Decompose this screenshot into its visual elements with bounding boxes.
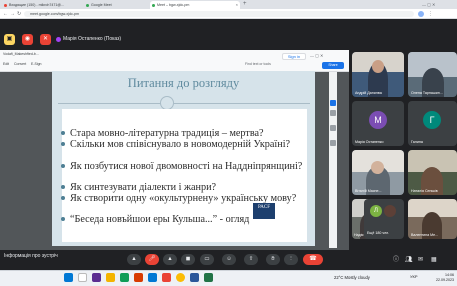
participant-tile[interactable]: Г Галина [408, 101, 457, 146]
participant-tile[interactable]: Віталій Масне... [352, 150, 404, 195]
participant-name: Марія Остапенко [355, 140, 384, 144]
participant-name: Віталій Масне... [355, 189, 382, 193]
participant-name: Валентина Ме... [411, 233, 439, 237]
slide-bullet: Стара мовно-літературна традиція – мертв… [60, 128, 308, 140]
pdf-filename: Vodafi_Makeshfted-b... [3, 52, 39, 56]
people-icon[interactable]: 👥︎ [405, 256, 413, 264]
others-avatar [384, 205, 396, 217]
slide-bullet: Як позбутися нової двомовності на Наддні… [60, 161, 308, 173]
toolbar-convert[interactable]: Convert [14, 62, 26, 67]
participant-name: Андрій Данилюк [355, 91, 383, 95]
acrobat-icon[interactable] [162, 273, 171, 282]
url-field[interactable]: meet.google.com/bgw-xjdc-pm [24, 11, 414, 17]
stop-present-icon[interactable]: ◉ [22, 34, 33, 45]
chat-icon[interactable]: ✉ [418, 256, 423, 264]
participant-tile-others[interactable]: Л Ещё 180 чел. [364, 199, 404, 239]
excel-icon[interactable] [204, 273, 213, 282]
leave-call-button[interactable]: ☎︎ [303, 254, 323, 265]
app-icon[interactable] [134, 273, 143, 282]
present-icon[interactable]: ▣ [4, 34, 15, 45]
window-controls[interactable]: — ▢ ✕ [422, 0, 435, 9]
meet-icon [152, 3, 155, 7]
meeting-info-label[interactable]: Інформація про зустріч [4, 253, 58, 259]
language-indicator[interactable]: УКР [410, 274, 418, 280]
file-explorer-icon[interactable] [106, 273, 115, 282]
profile-icon[interactable] [418, 11, 424, 17]
tab-google-meet[interactable]: Google Meet [84, 1, 148, 9]
tab-meet-active[interactable]: Meet – bgw-xjdc-pm × [150, 1, 240, 9]
slide-ornament [160, 96, 174, 110]
slide-bullet: Як синтезувати діалекти і жанри? [60, 182, 308, 194]
participant-name: Олена Тарнашин... [411, 91, 443, 95]
camera-icon[interactable]: ◼ [181, 254, 195, 265]
toolbar-esign[interactable]: E-Sign [31, 62, 42, 67]
window-controls-pdf[interactable]: — ▢ ✕ [310, 53, 323, 59]
mic-off-icon[interactable]: 🎤︎ [145, 254, 159, 265]
close-tab-icon[interactable]: × [236, 1, 238, 9]
toolbar-edit[interactable]: Edit [3, 62, 9, 67]
weather-widget[interactable]: 22°C Mostly cloudy [334, 275, 370, 281]
presenter-label: Марія Остапенко (Показ) [63, 36, 122, 42]
emoji-icon[interactable]: ☺ [222, 254, 236, 265]
participant-tile[interactable]: М Марія Остапенко [352, 101, 404, 146]
mic-muted-icon[interactable]: ✕ [40, 34, 51, 45]
participant-name: Наталія Сеньків [411, 189, 438, 193]
back-icon[interactable]: ← [3, 9, 8, 19]
meet-top-area [0, 19, 457, 30]
fit-page-icon[interactable] [330, 140, 336, 146]
chrome-icon[interactable] [176, 273, 185, 282]
forward-icon[interactable]: → [10, 9, 15, 19]
present-screen-icon[interactable]: ⇧ [244, 254, 258, 265]
participant-avatar: Г [423, 111, 441, 129]
store-icon[interactable] [120, 273, 129, 282]
participant-tile[interactable]: Олена Тарнашин... [408, 52, 457, 97]
browser-tab-bar: Входящие (150) - mikroh7471@... Google M… [0, 0, 457, 9]
others-avatar: Л [370, 205, 382, 217]
meet-icon [86, 3, 89, 7]
word-icon[interactable] [190, 273, 199, 282]
page-down-icon[interactable] [330, 110, 336, 116]
more-options-icon[interactable]: ⋮ [284, 254, 298, 265]
reload-icon[interactable]: ↻ [17, 9, 21, 19]
page-up-icon[interactable] [330, 100, 336, 106]
sign-in-button[interactable]: Sign in [282, 53, 306, 60]
presentation-header [0, 30, 349, 50]
zoom-icon[interactable] [330, 125, 336, 131]
clock[interactable]: 14:06 22.09.2023 [432, 273, 454, 283]
slide-bullet: Скільки мов співіснувало в новомодерній … [60, 139, 308, 151]
participant-tile[interactable]: Валентина Ме... [408, 199, 457, 239]
mic-button[interactable]: ▲ [127, 254, 141, 265]
raise-hand-icon[interactable]: ✋︎ [266, 254, 280, 265]
captions-icon[interactable]: ▭ [200, 254, 214, 265]
participant-name: Галина [411, 140, 423, 144]
mail-icon[interactable] [148, 273, 157, 282]
presenter-avatar [56, 37, 61, 42]
slide-divider [58, 103, 310, 104]
participant-tile[interactable]: Андрій Данилюк [352, 52, 404, 97]
new-tab-button[interactable]: + [243, 0, 247, 9]
tab-gmail[interactable]: Входящие (150) - mikroh7471@... [2, 1, 82, 9]
clock-date: 22.09.2023 [436, 278, 454, 282]
slide-bullet: “Беседа новъйшои еры Кульша...” - огляд [60, 214, 250, 226]
menu-icon[interactable]: ⋮ [428, 9, 433, 19]
participant-avatar: М [369, 111, 387, 129]
camera-button[interactable]: ▲ [163, 254, 177, 265]
activities-icon[interactable]: ▦ [431, 256, 437, 264]
find-tools-search[interactable]: Find text or tools [245, 62, 271, 67]
slide-title: Питання до розгляду [127, 76, 240, 90]
info-icon[interactable]: ⓘ [393, 256, 399, 264]
pdf-side-toolbar [329, 72, 337, 248]
windows-start-icon[interactable] [64, 273, 73, 282]
university-logo: PACF [253, 203, 275, 219]
task-view-icon[interactable] [92, 273, 101, 282]
search-icon[interactable] [78, 273, 87, 282]
share-button[interactable]: Share [322, 62, 344, 69]
participant-tile[interactable]: Наталія Сеньків [408, 150, 457, 195]
participant-name: Ещё 180 чел. [367, 231, 390, 235]
gmail-icon [4, 3, 7, 7]
